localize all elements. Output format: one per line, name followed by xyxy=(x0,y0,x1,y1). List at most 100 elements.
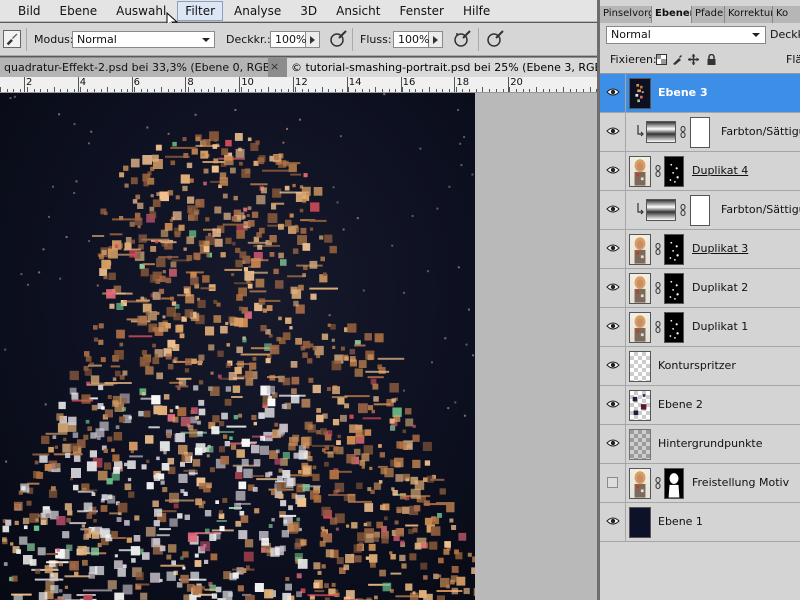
pixel-block xyxy=(90,375,100,384)
pixel-block xyxy=(405,583,413,591)
layer-opacity-label: Deckkr xyxy=(770,28,800,41)
visibility-toggle[interactable] xyxy=(600,191,626,230)
menu-auswahl[interactable]: Auswahl xyxy=(108,1,174,21)
pixel-block xyxy=(349,414,354,419)
tab-label: quadratur-Effekt-2.psd bei 33,3% (Ebene … xyxy=(4,61,268,74)
pixel-block xyxy=(301,398,311,408)
ruler-tick xyxy=(20,89,22,92)
panel-tab-ko[interactable]: Ko xyxy=(773,6,800,23)
pixel-block xyxy=(278,468,283,473)
pixel-block xyxy=(128,491,135,498)
pixel-block xyxy=(57,423,68,433)
opacity-slider-button[interactable] xyxy=(306,31,320,48)
pixel-block xyxy=(35,568,41,574)
panel-tab-pfade[interactable]: Pfade xyxy=(692,6,725,23)
visibility-toggle[interactable] xyxy=(600,152,626,191)
link-icon[interactable] xyxy=(680,126,686,138)
panel-tab-korrektur[interactable]: Korrektur xyxy=(725,6,773,23)
visibility-toggle[interactable] xyxy=(600,347,626,386)
ruler-tick xyxy=(400,77,402,92)
layer-row[interactable]: Duplikat 2 xyxy=(600,269,800,308)
lock-all-icon[interactable] xyxy=(706,54,717,65)
visibility-toggle[interactable] xyxy=(600,230,626,269)
link-icon[interactable] xyxy=(655,477,661,489)
menu-3d[interactable]: 3D xyxy=(292,1,325,21)
pixel-block xyxy=(46,561,69,564)
image-canvas[interactable] xyxy=(0,93,475,600)
pixel-block xyxy=(71,468,81,478)
hidden-visibility-box[interactable] xyxy=(607,477,618,488)
layer-row[interactable]: Duplikat 4 xyxy=(600,152,800,191)
tab-quadratur-effekt[interactable]: quadratur-Effekt-2.psd bei 33,3% (Ebene … xyxy=(0,58,268,77)
flow-slider-button[interactable] xyxy=(429,31,443,48)
pixel-block xyxy=(83,502,93,512)
panel-tab-pinselvorg[interactable]: Pinselvorg xyxy=(600,6,652,23)
pixel-block xyxy=(174,231,181,238)
brush-preset-picker[interactable] xyxy=(3,30,21,48)
lock-pixels-icon[interactable] xyxy=(672,54,683,65)
link-icon[interactable] xyxy=(655,282,661,294)
pixel-block xyxy=(92,235,105,237)
panel-tab-ebenen[interactable]: Ebenen xyxy=(652,6,692,23)
layer-row[interactable]: Ebene 3 xyxy=(600,74,800,113)
ruler-tick xyxy=(281,89,283,92)
airbrush-icon[interactable] xyxy=(328,29,348,49)
menu-fenster[interactable]: Fenster xyxy=(391,1,452,21)
pixel-block xyxy=(89,450,97,458)
visibility-toggle[interactable] xyxy=(600,269,626,308)
pixel-block xyxy=(166,433,172,439)
link-icon[interactable] xyxy=(680,204,686,216)
pixel-block xyxy=(183,153,189,158)
ruler-tick xyxy=(368,89,370,92)
ruler-tick xyxy=(13,89,15,92)
close-icon[interactable]: × xyxy=(270,60,279,73)
layer-row[interactable]: Farbton/Sättigung xyxy=(600,191,800,230)
layer-row[interactable]: Hintergrundpunkte xyxy=(600,425,800,464)
pixel-block xyxy=(344,403,350,409)
pixel-block xyxy=(69,370,79,381)
link-icon[interactable] xyxy=(655,243,661,255)
opacity-input[interactable]: 100% xyxy=(270,31,306,48)
menu-ansicht[interactable]: Ansicht xyxy=(328,1,388,21)
pixel-block xyxy=(358,542,364,547)
layer-row[interactable]: Ebene 2 xyxy=(600,386,800,425)
layer-row[interactable]: Duplikat 1 xyxy=(600,308,800,347)
visibility-toggle[interactable] xyxy=(600,425,626,464)
layer-row[interactable]: Konturspritzer xyxy=(600,347,800,386)
menu-analyse[interactable]: Analyse xyxy=(226,1,289,21)
visibility-toggle[interactable] xyxy=(600,503,626,542)
layer-row[interactable]: Ebene 1 xyxy=(600,503,800,542)
layer-row[interactable]: Farbton/Sättigung xyxy=(600,113,800,152)
link-icon[interactable] xyxy=(655,321,661,333)
layer-row[interactable]: Duplikat 3 xyxy=(600,230,800,269)
canvas-area[interactable] xyxy=(0,93,597,600)
layer-row[interactable]: Freistellung Motiv xyxy=(600,464,800,503)
tab-smashing-portrait[interactable]: © tutorial-smashing-portrait.psd bei 25%… xyxy=(287,58,597,77)
layer-name: Duplikat 4 xyxy=(692,164,749,177)
menu-filter[interactable]: Filter xyxy=(177,0,224,21)
airbrush-mode-icon[interactable] xyxy=(452,29,472,49)
blend-mode-select[interactable]: Normal xyxy=(606,26,766,44)
lock-position-icon[interactable] xyxy=(688,54,699,65)
visibility-toggle[interactable] xyxy=(600,308,626,347)
pixel-block xyxy=(296,573,302,579)
menu-hilfe[interactable]: Hilfe xyxy=(455,1,498,21)
pixel-block xyxy=(111,531,118,538)
link-icon[interactable] xyxy=(655,165,661,177)
pixel-block xyxy=(223,434,228,439)
flow-input[interactable]: 100% xyxy=(393,31,429,48)
pixel-block xyxy=(174,304,180,309)
mode-select[interactable]: Normal xyxy=(72,31,215,48)
menu-bild[interactable]: Bild xyxy=(10,1,49,21)
pixel-block xyxy=(206,454,210,458)
lock-transparency-icon[interactable] xyxy=(656,54,667,65)
pixel-block xyxy=(82,489,98,492)
visibility-toggle[interactable] xyxy=(600,386,626,425)
visibility-toggle[interactable] xyxy=(600,113,626,152)
pixel-block xyxy=(334,482,345,493)
visibility-toggle[interactable] xyxy=(600,74,626,113)
visibility-toggle[interactable] xyxy=(600,464,626,503)
tablet-pressure-icon[interactable] xyxy=(485,29,505,49)
menu-ebene[interactable]: Ebene xyxy=(52,1,106,21)
mask-shape-icon xyxy=(669,319,679,339)
